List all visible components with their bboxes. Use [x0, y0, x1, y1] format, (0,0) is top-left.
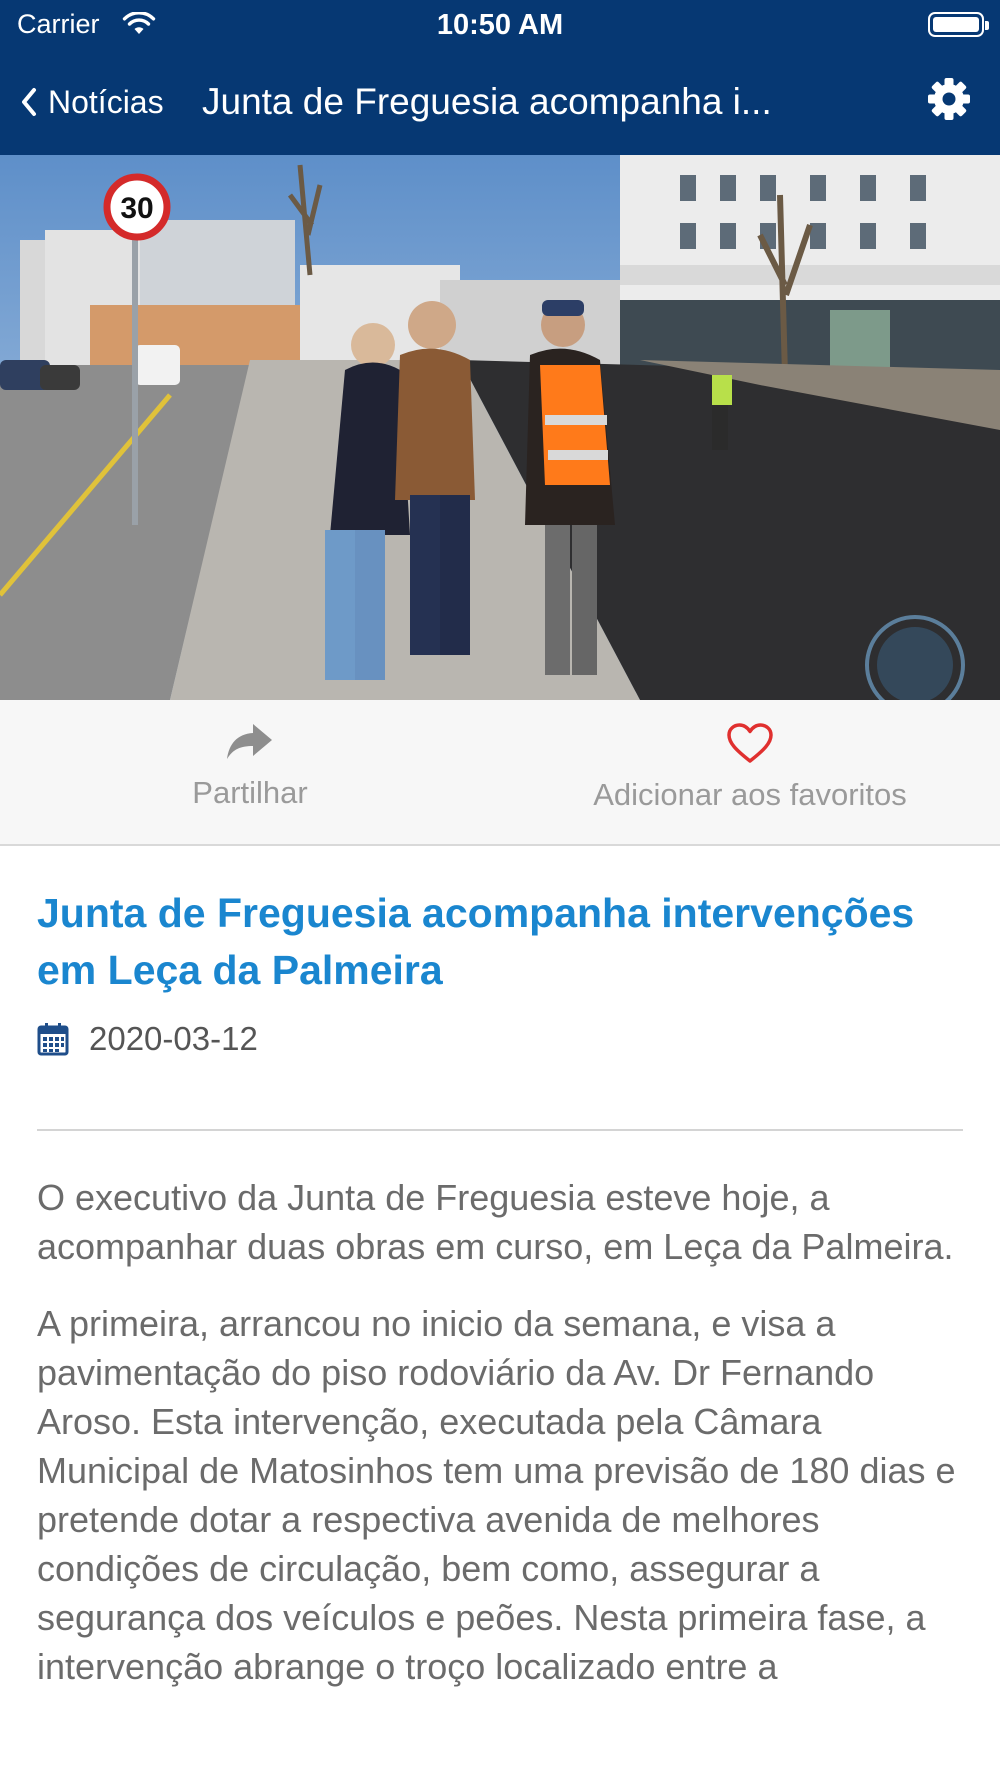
article-headline: Junta de Freguesia acompanha intervençõe…: [37, 890, 915, 993]
share-label: Partilhar: [192, 775, 308, 810]
heart-outline-icon: [727, 723, 773, 763]
article-body: Junta de Freguesia acompanha intervençõe…: [37, 885, 963, 1691]
add-favorite-button[interactable]: Adicionar aos favoritos: [560, 722, 940, 813]
navigation-bar: Carrier 10:50 AM Notícias Junta de Fregu…: [0, 0, 1000, 155]
divider: [37, 1129, 963, 1131]
speed-sign-text: 30: [120, 192, 153, 225]
gear-icon[interactable]: [926, 76, 972, 122]
article-date: 2020-03-12: [89, 1020, 258, 1057]
article-paragraph: A primeira, arrancou no inicio da semana…: [37, 1303, 956, 1687]
battery-icon: [928, 12, 989, 37]
status-time: 10:50 AM: [436, 9, 564, 41]
article-actions: Partilhar Adicionar aos favoritos: [0, 700, 1000, 846]
article-date-row: 2020-03-12: [37, 1019, 963, 1059]
share-button[interactable]: Partilhar: [150, 722, 350, 811]
article-image: 30: [0, 155, 1000, 700]
calendar-icon: [37, 1023, 69, 1056]
status-bar: Carrier 10:50 AM: [0, 0, 1000, 50]
street-scene-illustration: 30: [0, 155, 1000, 700]
back-label: Notícias: [48, 83, 164, 120]
share-arrow-icon: [227, 724, 272, 759]
nav-row: Notícias Junta de Freguesia acompanha i.…: [0, 62, 1000, 142]
page-title: Junta de Freguesia acompanha i...: [202, 81, 772, 122]
chevron-left-icon: [22, 88, 36, 116]
favorite-label: Adicionar aos favoritos: [593, 777, 907, 812]
article-paragraph: O executivo da Junta de Freguesia esteve…: [37, 1177, 954, 1267]
back-button[interactable]: Notícias: [20, 80, 164, 124]
